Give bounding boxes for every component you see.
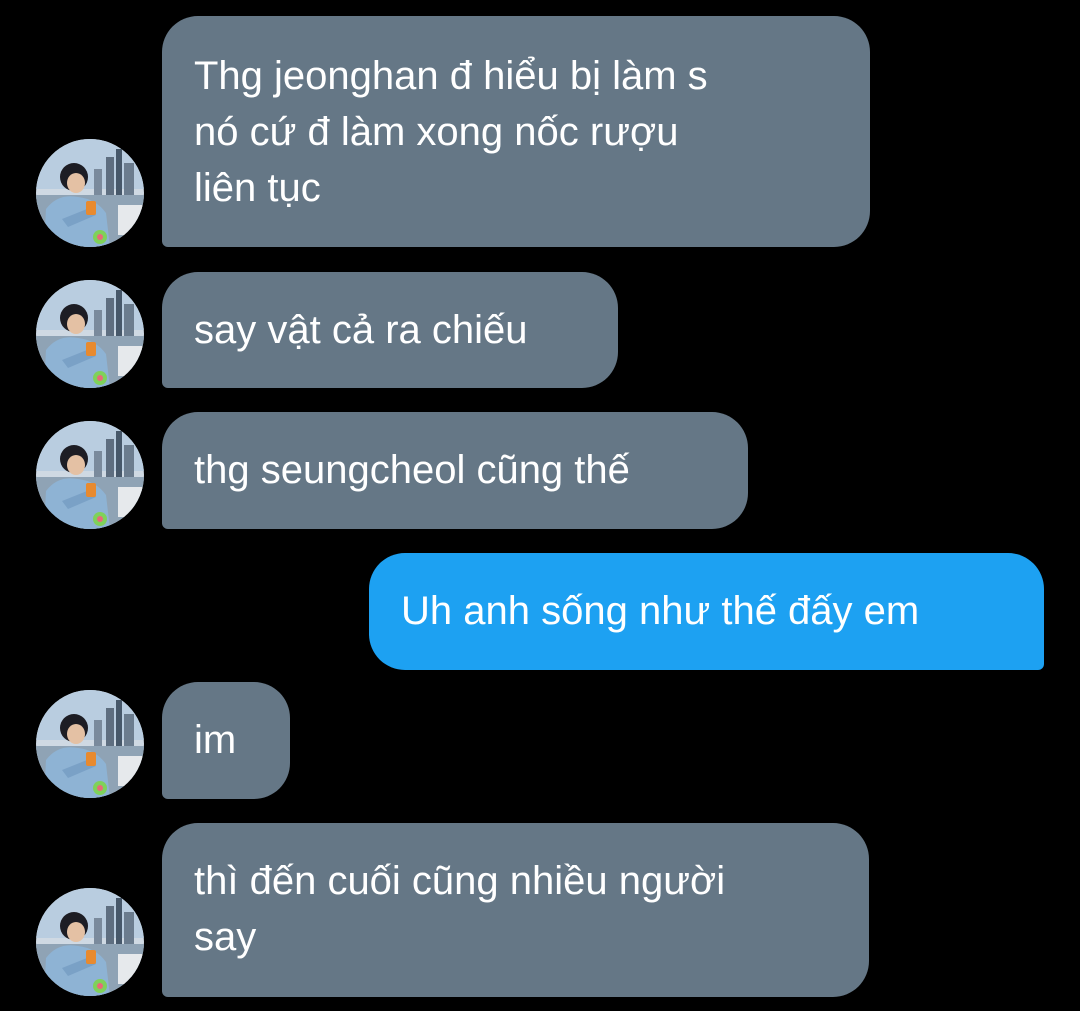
avatar[interactable] [36, 421, 144, 529]
avatar-photo-icon [36, 690, 144, 798]
avatar[interactable] [36, 280, 144, 388]
avatar-photo-icon [36, 139, 144, 247]
avatar-photo-icon [36, 421, 144, 529]
message-bubble-incoming[interactable]: Thg jeonghan đ hiểu bị làm s nó cứ đ làm… [162, 16, 870, 247]
message-bubble-incoming[interactable]: say vật cả ra chiếu [162, 272, 618, 388]
message-bubble-outgoing[interactable]: Uh anh sống như thế đấy em [369, 553, 1044, 670]
avatar-photo-icon [36, 280, 144, 388]
avatar-photo-icon [36, 888, 144, 996]
message-bubble-incoming[interactable]: thg seungcheol cũng thế [162, 412, 748, 529]
avatar[interactable] [36, 690, 144, 798]
avatar[interactable] [36, 139, 144, 247]
avatar[interactable] [36, 888, 144, 996]
message-bubble-incoming[interactable]: im [162, 682, 290, 799]
message-bubble-incoming[interactable]: thì đến cuối cũng nhiều người say [162, 823, 869, 997]
